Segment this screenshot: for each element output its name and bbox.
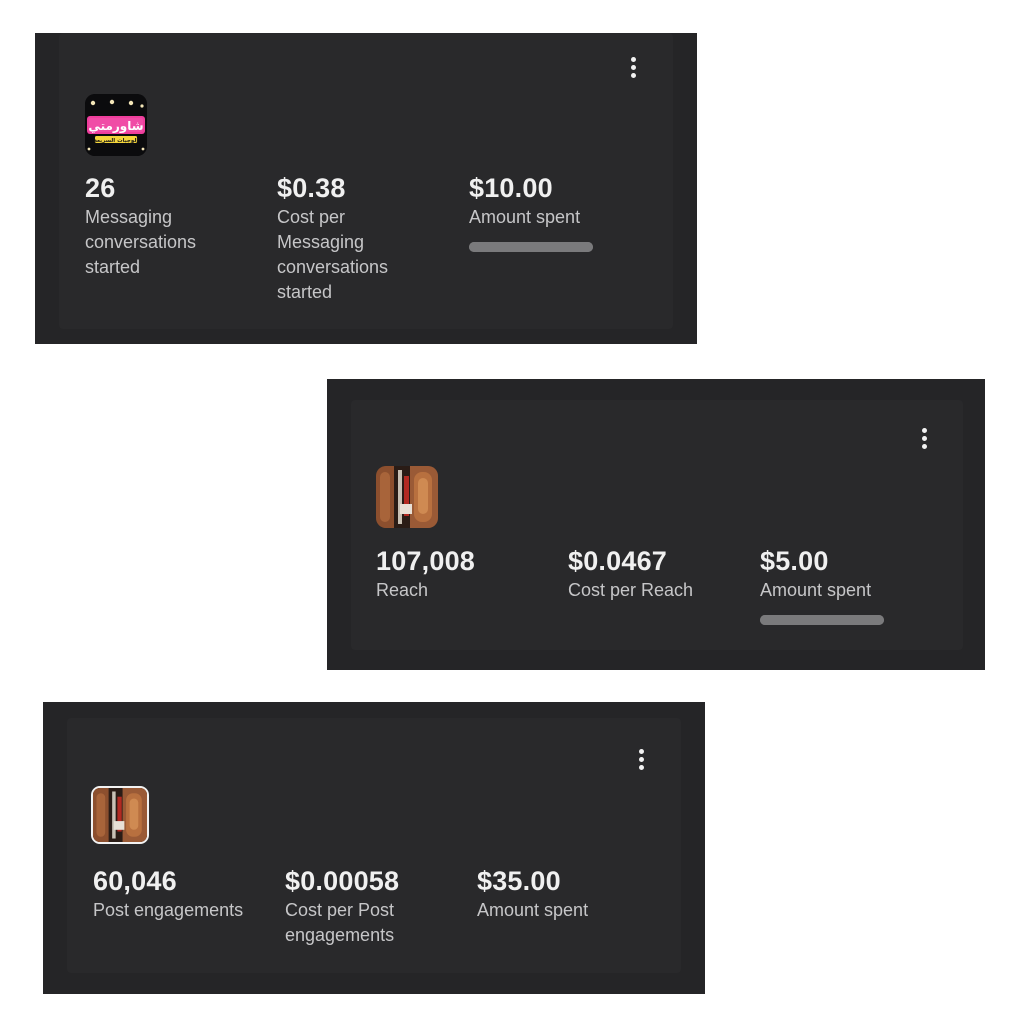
more-vertical-icon xyxy=(921,427,927,433)
metric-results: 107,008 Reach xyxy=(376,545,556,603)
ad-result-card: شاورمتي الوجبات السريعة 26 Messaging con… xyxy=(59,33,673,329)
metric-label: Reach xyxy=(376,580,429,600)
spend-progress-fill xyxy=(469,242,593,252)
metric-label: Messaging conversations started xyxy=(85,207,197,277)
metric-label: Post engagements xyxy=(93,900,244,920)
more-options-button[interactable] xyxy=(914,423,934,453)
metric-value: 60,046 xyxy=(93,866,177,896)
screenshot-collage: شاورمتي الوجبات السريعة 26 Messaging con… xyxy=(0,0,1024,1024)
metric-value: $35.00 xyxy=(477,866,561,896)
metric-value: 26 xyxy=(85,173,116,203)
more-vertical-icon xyxy=(630,56,636,62)
ad-thumbnail[interactable]: شاورمتي الوجبات السريعة xyxy=(85,94,147,156)
ad-result-card: 60,046 Post engagements $0.00058 Cost pe… xyxy=(67,718,681,973)
metric-label: Amount spent xyxy=(477,900,589,920)
metric-results: 26 Messaging conversations started xyxy=(85,172,265,280)
metric-amount-spent: $35.00 Amount spent xyxy=(477,865,657,923)
spend-progress-bar xyxy=(760,615,884,625)
metric-results: 60,046 Post engagements xyxy=(93,865,273,923)
menu-dot xyxy=(921,435,927,441)
metric-label: Cost per Post engagements xyxy=(285,900,395,945)
metric-value: $0.0467 xyxy=(568,546,667,576)
metric-value: $0.00058 xyxy=(285,866,400,896)
metric-value: 107,008 xyxy=(376,546,475,576)
ad-result-card-frame: شاورمتي الوجبات السريعة 26 Messaging con… xyxy=(35,33,697,344)
shawarma-photo-thumbnail xyxy=(93,788,147,842)
ad-result-card: 107,008 Reach $0.0467 Cost per Reach $5.… xyxy=(351,400,963,650)
restaurant-logo-thumbnail: شاورمتي الوجبات السريعة xyxy=(85,94,147,156)
metric-label: Amount spent xyxy=(760,580,872,600)
shawarma-photo-thumbnail xyxy=(376,466,438,528)
ad-thumbnail[interactable] xyxy=(91,786,149,844)
metric-amount-spent: $5.00 Amount spent xyxy=(760,545,940,603)
metric-value: $10.00 xyxy=(469,173,553,203)
metric-label: Cost per Messaging conversations started xyxy=(277,207,389,302)
more-options-button[interactable] xyxy=(631,744,651,774)
metric-label: Cost per Reach xyxy=(568,580,694,600)
menu-dot xyxy=(630,64,636,70)
metric-label: Amount spent xyxy=(469,207,581,227)
metric-cost-per-result: $0.00058 Cost per Post engagements xyxy=(285,865,465,948)
spend-progress-bar xyxy=(469,242,593,252)
ad-result-card-frame: 107,008 Reach $0.0467 Cost per Reach $5.… xyxy=(327,379,985,670)
svg-text:الوجبات السريعة: الوجبات السريعة xyxy=(94,138,139,144)
metric-amount-spent: $10.00 Amount spent xyxy=(469,172,649,230)
ad-result-card-frame: 60,046 Post engagements $0.00058 Cost pe… xyxy=(43,702,705,994)
menu-dot xyxy=(630,72,636,78)
more-options-button[interactable] xyxy=(623,52,643,82)
more-vertical-icon xyxy=(638,748,644,754)
menu-dot xyxy=(638,764,644,770)
menu-dot xyxy=(921,443,927,449)
metric-cost-per-result: $0.38 Cost per Messaging conversations s… xyxy=(277,172,457,305)
menu-dot xyxy=(638,756,644,762)
metric-value: $5.00 xyxy=(760,546,829,576)
metric-value: $0.38 xyxy=(277,173,346,203)
spend-progress-fill xyxy=(760,615,884,625)
svg-text:شاورمتي: شاورمتي xyxy=(88,119,143,134)
ad-thumbnail[interactable] xyxy=(376,466,438,528)
metric-cost-per-result: $0.0467 Cost per Reach xyxy=(568,545,748,603)
